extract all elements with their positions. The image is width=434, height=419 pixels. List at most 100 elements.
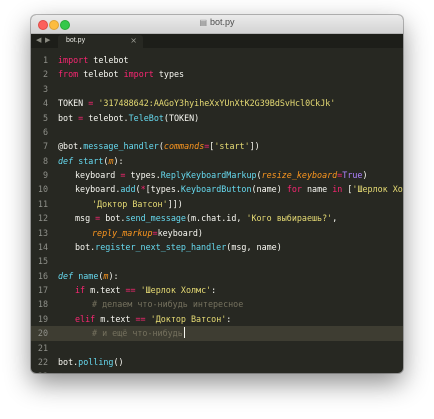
line-code: @bot.message_handler(commands=['start']) (58, 139, 260, 153)
code-line[interactable]: 5 bot = telebot.TeleBot(TOKEN) (31, 111, 403, 125)
tab-bot-py[interactable]: bot.py × (58, 35, 143, 48)
function-token: polling (78, 356, 114, 367)
identifier-token: : (211, 285, 217, 295)
identifier-token: bot. (58, 356, 79, 367)
code-line[interactable]: 13 reply_markup=keyboard) (31, 226, 403, 240)
code-line[interactable]: 18 # делаем что-нибудь интересное (31, 297, 403, 311)
identifier-token: keyboard. (75, 184, 121, 195)
keyword-token: == (125, 285, 136, 295)
function-token: KeyboardButton (180, 184, 252, 195)
title-bar: ▤ bot.py (31, 15, 403, 34)
code-line[interactable]: 11 'Доктор Ватсон']]) (31, 197, 403, 211)
line-code: reply_markup=keyboard) (92, 226, 203, 240)
identifier-token: bot. (75, 241, 96, 252)
line-code: bot.register_next_step_handler(msg, name… (75, 240, 282, 254)
comment-token: # делаем что-нибудь интересное (92, 299, 244, 310)
code-line[interactable]: 15 (31, 254, 403, 268)
string-token: 'Кого выбираешь?' (246, 213, 333, 224)
identifier-token: (TOKEN) (163, 112, 200, 123)
python-file-icon: ▤ (199, 18, 208, 27)
string-token: 'Доктор Ватсон' (92, 198, 168, 209)
code-line[interactable]: 19 elif m.text == 'Доктор Ватсон': (31, 312, 403, 326)
code-line[interactable]: 12 msg = bot.send_message(m.chat.id, 'Ког… (31, 211, 403, 225)
line-code: keyboard.add(*[types.KeyboardButton(name… (75, 182, 403, 196)
line-number: 7 (42, 141, 48, 152)
line-code: def start(m): (58, 154, 124, 168)
line-number: 14 (37, 241, 48, 252)
string-token: 'Доктор Ватсон' (150, 313, 227, 324)
identifier-token: ) (362, 170, 368, 180)
line-number: 8 (42, 155, 48, 166)
line-code: bot = telebot.TeleBot(TOKEN) (58, 111, 199, 125)
code-line[interactable]: 6 (31, 125, 403, 139)
parameter-token: reply_markup (92, 227, 153, 238)
line-code: # делаем что-нибудь интересное (92, 297, 243, 311)
code-line[interactable]: 17 if m.text == 'Шерлок Холмс': (31, 283, 403, 297)
line-number: 4 (42, 98, 48, 109)
line-number: 19 (37, 313, 48, 324)
keyword-token: in (332, 184, 343, 195)
line-number: 6 (42, 126, 48, 137)
code-line[interactable]: 3 (31, 82, 403, 96)
line-code: 'Доктор Ватсон']]) (92, 197, 183, 211)
identifier-token: , (332, 213, 338, 224)
code-line[interactable]: 20 # и ещё что-нибудь (31, 326, 403, 341)
keyword-token: elif (75, 313, 96, 324)
window-title: bot.py (210, 17, 235, 27)
code-line[interactable]: 1 import telebot (31, 53, 403, 67)
identifier-token: keyboard) (157, 227, 203, 238)
line-number: 15 (37, 256, 48, 267)
code-line[interactable]: 7 @bot.message_handler(commands=['start']… (31, 139, 403, 153)
identifier-token: ): (108, 270, 119, 281)
code-line[interactable]: 14 bot.register_next_step_handler(msg, na… (31, 240, 403, 254)
line-code: msg = bot.send_message(m.chat.id, 'Кого … (75, 211, 337, 225)
code-line[interactable]: 4 TOKEN = '317488642:AAGoY3hyiheXxYUnXtK2… (31, 96, 403, 110)
identifier-token: ]]) (167, 198, 183, 209)
line-number: 12 (37, 213, 48, 224)
tab-prev-icon[interactable]: ◀ (36, 36, 41, 44)
code-line[interactable]: 22 bot.polling() (31, 355, 403, 369)
identifier-token: telebot. (83, 112, 129, 123)
line-number: 5 (42, 112, 48, 123)
keyword-token: import (58, 55, 89, 65)
def-keyword-token: def (58, 270, 74, 281)
identifier-token: : (226, 313, 232, 324)
line-code: def name(m): (58, 269, 119, 283)
line-code: bot.polling() (58, 355, 124, 369)
code-line[interactable]: 21 (31, 341, 403, 355)
tab-label: bot.py (66, 37, 86, 44)
code-line[interactable]: 2 from telebot import types (31, 67, 403, 81)
line-number: 18 (37, 299, 48, 310)
line-number: 20 (37, 328, 48, 339)
literal-token: True (342, 170, 363, 180)
identifier-token: bot (58, 112, 79, 123)
function-token: start (78, 155, 104, 166)
line-number: 17 (37, 285, 48, 295)
function-token: ReplyKeyboardMarkup (160, 170, 257, 180)
code-line[interactable]: 8 def start(m): (31, 154, 403, 168)
code-line[interactable]: 9 keyboard = types.ReplyKeyboardMarkup(re… (31, 168, 403, 182)
line-number: 16 (37, 270, 48, 281)
identifier-token: telebot (78, 69, 124, 80)
tab-next-icon[interactable]: ▶ (45, 36, 50, 44)
function-token: add (120, 184, 136, 195)
def-keyword-token: def (58, 155, 74, 166)
function-token: send_message (125, 213, 186, 224)
identifier-token: telebot (88, 55, 129, 65)
identifier-token: msg (75, 213, 96, 224)
line-code: if m.text == 'Шерлок Холмс': (75, 283, 216, 297)
line-number: 2 (42, 69, 48, 80)
line-code: keyboard = types.ReplyKeyboardMarkup(res… (75, 168, 368, 182)
code-line[interactable]: 16 def name(m): (31, 269, 403, 283)
line-number: 3 (42, 83, 48, 94)
code-editor[interactable]: 1 import telebot 2 from telebot import type… (31, 53, 403, 373)
tab-close-icon[interactable]: × (130, 36, 137, 45)
line-number: 23 (31, 369, 48, 373)
identifier-token: [types. (145, 184, 181, 195)
keyword-token: == (135, 313, 146, 324)
code-line[interactable]: 10 keyboard.add(*[types.KeyboardButton(na… (31, 182, 403, 196)
code-line[interactable]: 23 (31, 369, 403, 373)
keyword-token: if (75, 285, 86, 295)
line-number: 13 (37, 227, 48, 238)
function-token: TeleBot (128, 112, 164, 123)
